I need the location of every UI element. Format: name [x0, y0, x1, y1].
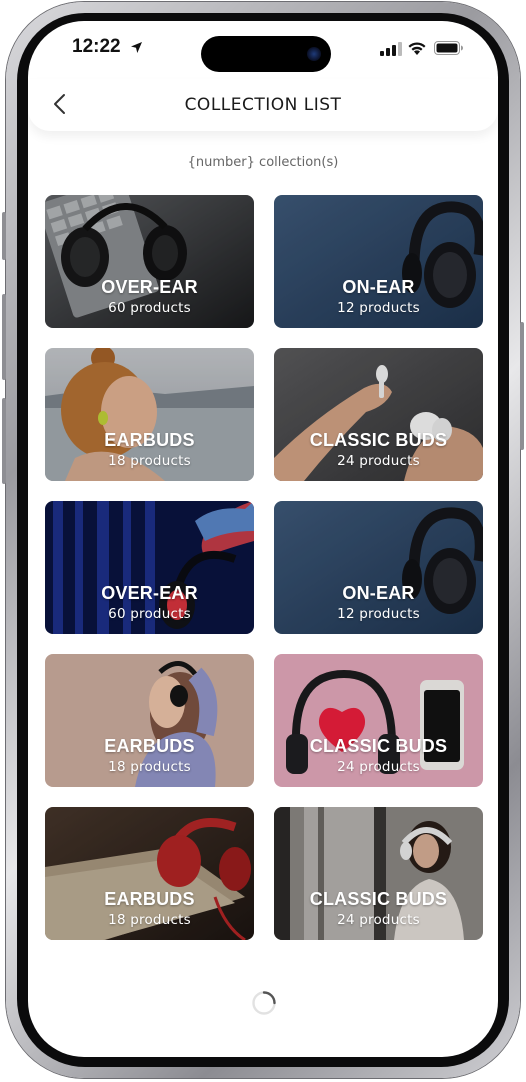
card-text: ON-EAR 12 products [274, 277, 483, 316]
card-title: OVER-EAR [101, 583, 198, 603]
collection-card[interactable]: EARBUDS 18 products [45, 807, 254, 940]
card-text: EARBUDS 18 products [45, 430, 254, 469]
page-title: COLLECTION LIST [184, 95, 342, 115]
card-count: 24 products [337, 912, 420, 928]
card-title: CLASSIC BUDS [309, 430, 448, 450]
dynamic-island [201, 36, 331, 72]
card-text: ON-EAR 12 products [274, 583, 483, 622]
card-count: 60 products [108, 606, 191, 622]
loading-spinner-icon [252, 991, 276, 1015]
collection-card[interactable]: ON-EAR 12 products [274, 501, 483, 634]
card-text: OVER-EAR 60 products [45, 583, 254, 622]
card-count: 12 products [337, 300, 420, 316]
card-count: 18 products [108, 453, 191, 469]
card-text: CLASSIC BUDS 24 products [274, 736, 483, 775]
signal-icon [380, 42, 402, 56]
card-text: OVER-EAR 60 products [45, 277, 254, 316]
card-count: 18 products [108, 912, 191, 928]
collection-card[interactable]: OVER-EAR 60 products [45, 195, 254, 328]
collection-card[interactable]: OVER-EAR 60 products [45, 501, 254, 634]
battery-icon [434, 41, 463, 55]
card-count: 24 products [337, 453, 420, 469]
card-count: 60 products [108, 300, 191, 316]
nav-header: COLLECTION LIST [28, 79, 498, 131]
card-text: CLASSIC BUDS 24 products [274, 430, 483, 469]
collection-card[interactable]: ON-EAR 12 products [274, 195, 483, 328]
volume-down-button [2, 398, 6, 484]
status-bar: 12:22 [28, 21, 498, 79]
card-text: EARBUDS 18 products [45, 889, 254, 928]
card-text: CLASSIC BUDS 24 products [274, 889, 483, 928]
collection-count: {number} collection(s) [187, 155, 339, 170]
card-title: OVER-EAR [101, 277, 198, 297]
collection-card[interactable]: EARBUDS 18 products [45, 348, 254, 481]
wifi-icon [408, 42, 426, 55]
collection-card[interactable]: CLASSIC BUDS 24 products [274, 807, 483, 940]
card-title: CLASSIC BUDS [309, 736, 448, 756]
card-text: EARBUDS 18 products [45, 736, 254, 775]
volume-up-button [2, 294, 6, 380]
card-title: CLASSIC BUDS [309, 889, 448, 909]
card-count: 18 products [108, 759, 191, 775]
card-count: 12 products [337, 606, 420, 622]
card-count: 24 products [337, 759, 420, 775]
card-title: ON-EAR [342, 277, 415, 297]
card-title: ON-EAR [342, 583, 415, 603]
card-title: EARBUDS [104, 736, 195, 756]
screen: 12:22 COLLECTION LIST {number} collectio… [28, 21, 498, 1057]
action-button [2, 212, 6, 260]
status-time: 12:22 [72, 36, 121, 57]
front-camera [307, 47, 321, 61]
collection-card[interactable]: EARBUDS 18 products [45, 654, 254, 787]
card-title: EARBUDS [104, 430, 195, 450]
collection-card[interactable]: CLASSIC BUDS 24 products [274, 348, 483, 481]
location-arrow-icon [131, 42, 142, 53]
power-button [520, 322, 524, 450]
collection-card[interactable]: CLASSIC BUDS 24 products [274, 654, 483, 787]
card-title: EARBUDS [104, 889, 195, 909]
